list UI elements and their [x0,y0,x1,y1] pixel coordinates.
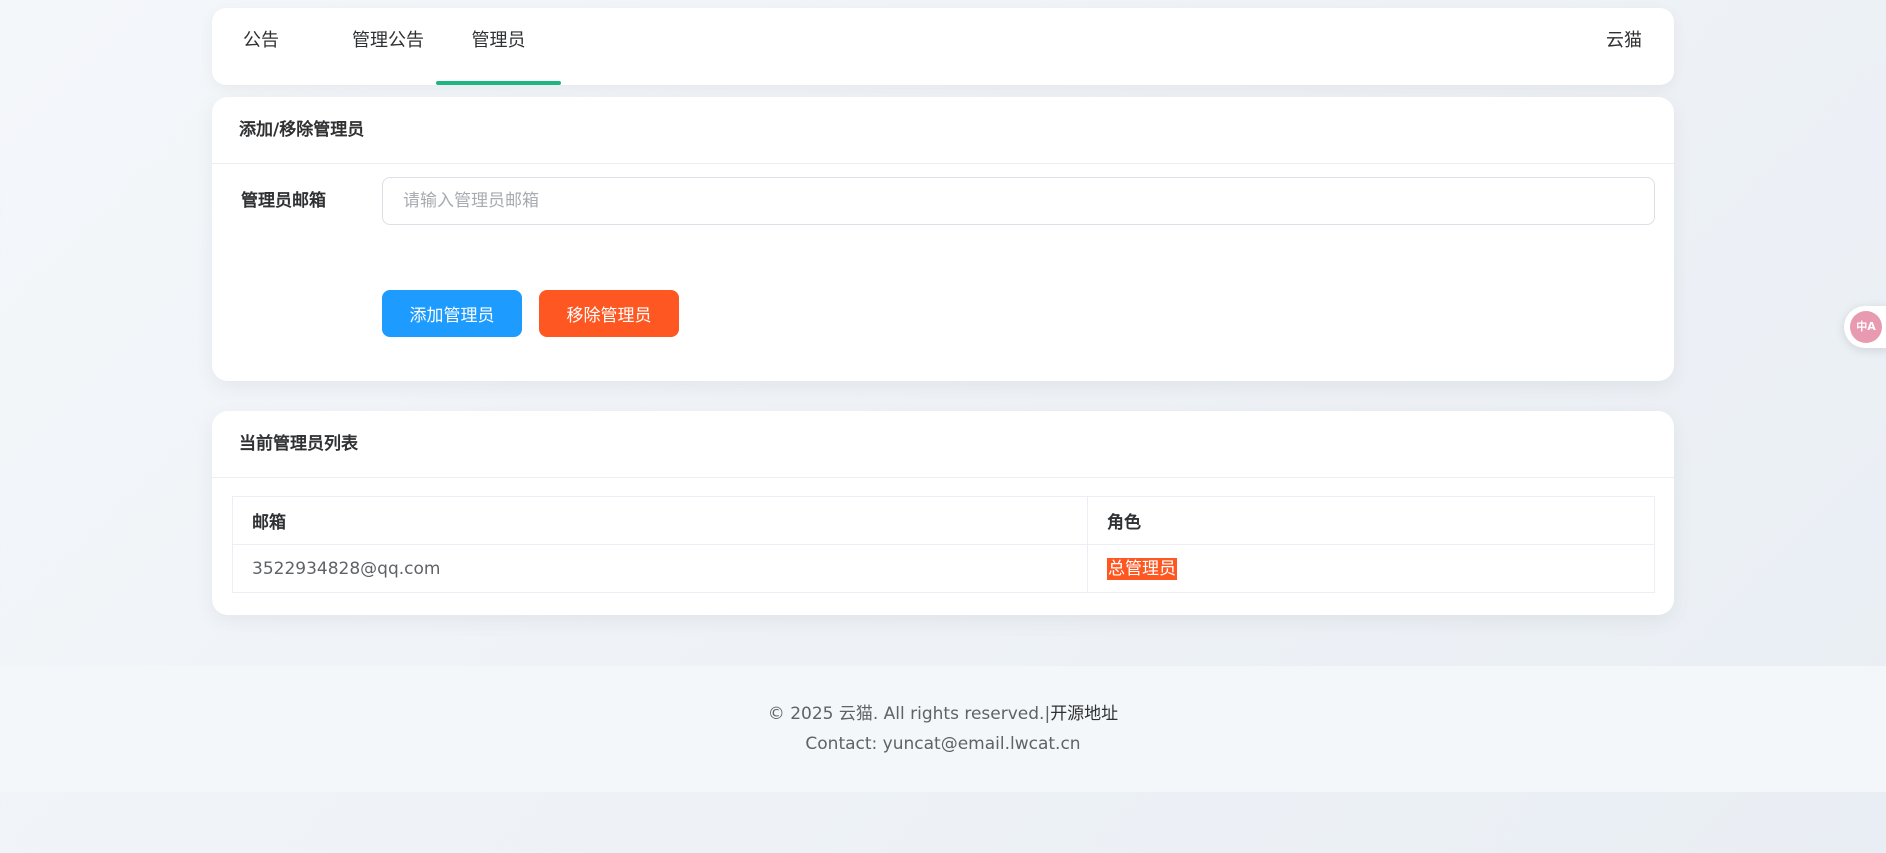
tab-administrators-label: 管理员 [471,30,526,51]
tab-announcements[interactable]: 公告 [236,2,286,79]
tab-administrators[interactable]: 管理员 [436,2,561,85]
admin-email-label-text: 管理员邮箱 [241,191,326,211]
source-code-link[interactable]: 开源地址 [1050,704,1118,724]
admin-email-label: 管理员邮箱 [240,189,326,213]
admin-email-cell: 3522934828@qq.com [232,544,1088,593]
footer: © 2025 云猫. All rights reserved.|开源地址 Con… [0,666,1886,792]
role-badge: 总管理员 [1107,557,1177,580]
table-row: 3522934828@qq.com 总管理员 [232,544,1655,593]
admin-table: 邮箱 角色 3522934828@qq.com 总管理员 [232,496,1655,593]
column-header-role: 角色 [1087,496,1655,545]
admin-list-card: 当前管理员列表 邮箱 角色 3522934828@qq.com 总管理员 [212,411,1674,615]
translate-button[interactable]: 中A [1844,306,1886,348]
footer-contact: Contact: yuncat@email.lwcat.cn [805,734,1081,754]
table-header-row: 邮箱 角色 [232,496,1655,545]
top-nav: 公告 管理公告 管理员 云猫 [212,8,1674,85]
admin-email-input[interactable] [382,177,1655,225]
footer-copyright-line: © 2025 云猫. All rights reserved.|开源地址 [0,699,1886,724]
column-header-email: 邮箱 [232,496,1088,545]
admin-role-cell: 总管理员 [1087,544,1655,593]
user-menu[interactable]: 云猫 [1606,2,1642,79]
admin-form-title: 添加/移除管理员 [212,97,1674,164]
footer-copyright: © 2025 云猫. All rights reserved.| [767,704,1051,724]
admin-form-card: 添加/移除管理员 管理员邮箱 添加管理员 移除管理员 [212,97,1674,381]
add-admin-button[interactable]: 添加管理员 [382,290,522,337]
remove-admin-button[interactable]: 移除管理员 [539,290,679,337]
translate-icon: 中A [1850,311,1882,343]
tab-manage-announcements[interactable]: 管理公告 [336,2,440,79]
admin-list-title: 当前管理员列表 [212,411,1674,478]
active-tab-indicator [436,81,561,85]
